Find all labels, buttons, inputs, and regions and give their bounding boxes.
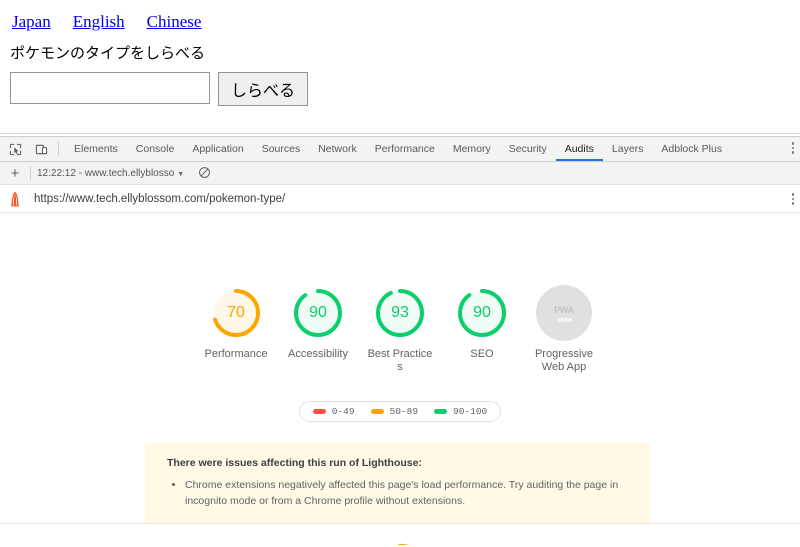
- gauge-label-performance: Performance: [204, 348, 268, 360]
- report-options-icon[interactable]: [791, 193, 794, 205]
- lighthouse-report: 70 Performance 90 Accessibility 93 Best …: [0, 213, 800, 545]
- language-nav: Japan English Chinese: [12, 12, 223, 32]
- audits-run-toolbar: + 12:22:12 - www.tech.ellyblosso ▼: [0, 162, 800, 185]
- new-audit-button[interactable]: +: [6, 164, 24, 182]
- gauge-label-best-practices: Best Practices: [367, 348, 433, 373]
- search-input[interactable]: [10, 72, 210, 104]
- gauge-ring-performance: 70: [208, 285, 264, 341]
- toolbar-separator: [58, 142, 59, 156]
- run-warnings-box: There were issues affecting this run of …: [145, 443, 650, 525]
- gauge-score-accessibility: 90: [309, 304, 327, 321]
- tab-sources[interactable]: Sources: [253, 137, 310, 161]
- audit-url-bar: https://www.tech.ellyblossom.com/pokemon…: [0, 185, 800, 213]
- device-toolbar-icon[interactable]: [30, 138, 52, 160]
- gauge-ring-accessibility: 90: [290, 285, 346, 341]
- nav-link-japan[interactable]: Japan: [12, 12, 51, 31]
- score-legend: 0-49 50-89 90-100: [0, 401, 800, 422]
- pwa-badge-text: PWA: [554, 304, 574, 315]
- legend-text-fail: 0-49: [331, 406, 355, 417]
- tab-memory[interactable]: Memory: [444, 137, 500, 161]
- legend-text-pass: 90-100: [453, 406, 488, 417]
- tab-audits[interactable]: Audits: [555, 137, 603, 161]
- nav-link-chinese[interactable]: Chinese: [147, 12, 202, 31]
- score-legend-pill: 0-49 50-89 90-100: [298, 401, 502, 422]
- devtools-tabbar: Elements Console Application Sources Net…: [0, 137, 800, 162]
- search-button[interactable]: しらべる: [218, 72, 309, 106]
- devtools-panel: Elements Console Application Sources Net…: [0, 136, 800, 547]
- legend-text-average: 50-89: [389, 406, 419, 417]
- gauge-label-progressive-web-app: Progressive Web App: [534, 348, 594, 373]
- chevron-down-icon: ▼: [177, 170, 185, 178]
- gauge-score-seo: 90: [473, 304, 491, 321]
- pokemon-search-form: しらべる: [10, 72, 309, 106]
- legend-item-average: 50-89: [370, 406, 419, 417]
- tab-console[interactable]: Console: [127, 137, 184, 161]
- tab-layers[interactable]: Layers: [603, 137, 653, 161]
- legend-swatch-average: [370, 409, 384, 414]
- page-devtools-divider: [0, 133, 800, 134]
- legend-item-pass: 90-100: [434, 406, 487, 417]
- gauge-performance[interactable]: 70 Performance: [200, 285, 272, 374]
- legend-swatch-pass: [434, 409, 448, 414]
- run-warning-item: Chrome extensions negatively affected th…: [185, 477, 632, 509]
- gauge-progressive-web-app[interactable]: PWA Progressive Web App: [528, 285, 600, 374]
- pwa-badge-icon: PWA: [536, 285, 592, 341]
- gauge-best-practices[interactable]: 93 Best Practices: [364, 285, 436, 374]
- gauge-score-performance: 70: [227, 304, 245, 321]
- lighthouse-icon: [8, 191, 22, 207]
- pwa-dash-icon: [556, 317, 572, 322]
- gauge-label-seo: SEO: [470, 348, 494, 360]
- run-warnings-list: Chrome extensions negatively affected th…: [167, 477, 632, 509]
- runbar-separator: [30, 166, 31, 180]
- clear-icon[interactable]: [198, 166, 212, 180]
- more-options-icon[interactable]: [791, 142, 794, 154]
- nav-link-english[interactable]: English: [73, 12, 125, 31]
- legend-item-fail: 0-49: [312, 406, 355, 417]
- page-title: ポケモンのタイプをしらべる: [10, 44, 206, 62]
- performance-gauge-score: 70: [366, 538, 434, 545]
- audit-run-selector[interactable]: 12:22:12 - www.tech.ellyblosso ▼: [37, 168, 184, 179]
- inspect-element-icon[interactable]: [4, 138, 26, 160]
- tab-application[interactable]: Application: [183, 137, 252, 161]
- gauge-ring-best-practices: 93: [372, 285, 428, 341]
- tab-adblock-plus[interactable]: Adblock Plus: [652, 137, 731, 161]
- gauge-seo[interactable]: 90 SEO: [446, 285, 518, 374]
- audit-run-label: 12:22:12 - www.tech.ellyblosso: [37, 167, 175, 179]
- gauge-label-accessibility: Accessibility: [288, 348, 348, 360]
- tab-performance[interactable]: Performance: [366, 137, 444, 161]
- gauge-accessibility[interactable]: 90 Accessibility: [282, 285, 354, 374]
- tab-network[interactable]: Network: [309, 137, 366, 161]
- gauge-ring-seo: 90: [454, 285, 510, 341]
- audited-url: https://www.tech.ellyblossom.com/pokemon…: [34, 192, 286, 205]
- tab-security[interactable]: Security: [500, 137, 556, 161]
- performance-gauge-ring: 70: [366, 538, 434, 545]
- legend-swatch-fail: [312, 409, 326, 414]
- gauge-score-best-practices: 93: [391, 304, 409, 321]
- performance-category-section: 70 Performance: [0, 523, 800, 545]
- rendered-web-page: Japan English Chinese ポケモンのタイプをしらべる しらべる: [0, 0, 800, 135]
- score-gauges: 70 Performance 90 Accessibility 93 Best …: [0, 285, 800, 374]
- tab-elements[interactable]: Elements: [65, 137, 127, 161]
- run-warnings-title: There were issues affecting this run of …: [167, 457, 422, 469]
